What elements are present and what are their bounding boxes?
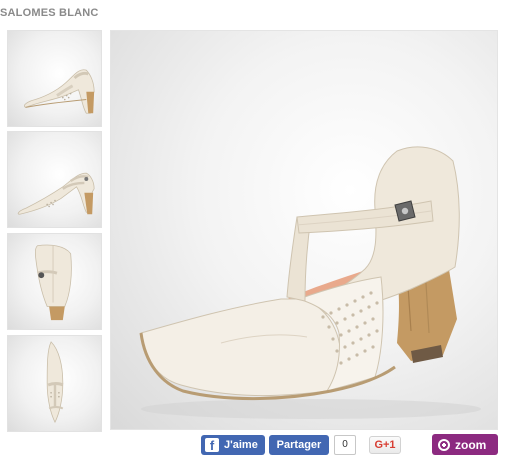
facebook-icon: f (205, 438, 219, 452)
shoe-illustration (139, 146, 481, 419)
google-plus-button[interactable]: G+1 (369, 436, 401, 454)
product-title: SALOMES BLANC (0, 7, 99, 19)
thumbnail-4[interactable] (7, 335, 102, 432)
thumbnail-4-image (46, 341, 64, 424)
facebook-like-label: J'aime (224, 439, 258, 451)
zoom-label: zoom (455, 437, 487, 452)
zoom-button[interactable]: zoom (432, 434, 498, 455)
thumbnail-1-image (24, 69, 95, 114)
thumbnail-3[interactable] (7, 233, 102, 330)
thumbnail-3-image (35, 244, 72, 321)
thumbnail-1[interactable] (7, 30, 102, 127)
facebook-share-button[interactable]: Partager (269, 435, 329, 455)
zoom-in-icon (438, 438, 450, 451)
share-count: 0 (334, 435, 356, 455)
main-product-image[interactable] (110, 30, 498, 430)
thumbnail-2-image (17, 172, 95, 215)
facebook-like-button[interactable]: f J'aime (201, 435, 265, 455)
thumbnail-2[interactable] (7, 131, 102, 228)
